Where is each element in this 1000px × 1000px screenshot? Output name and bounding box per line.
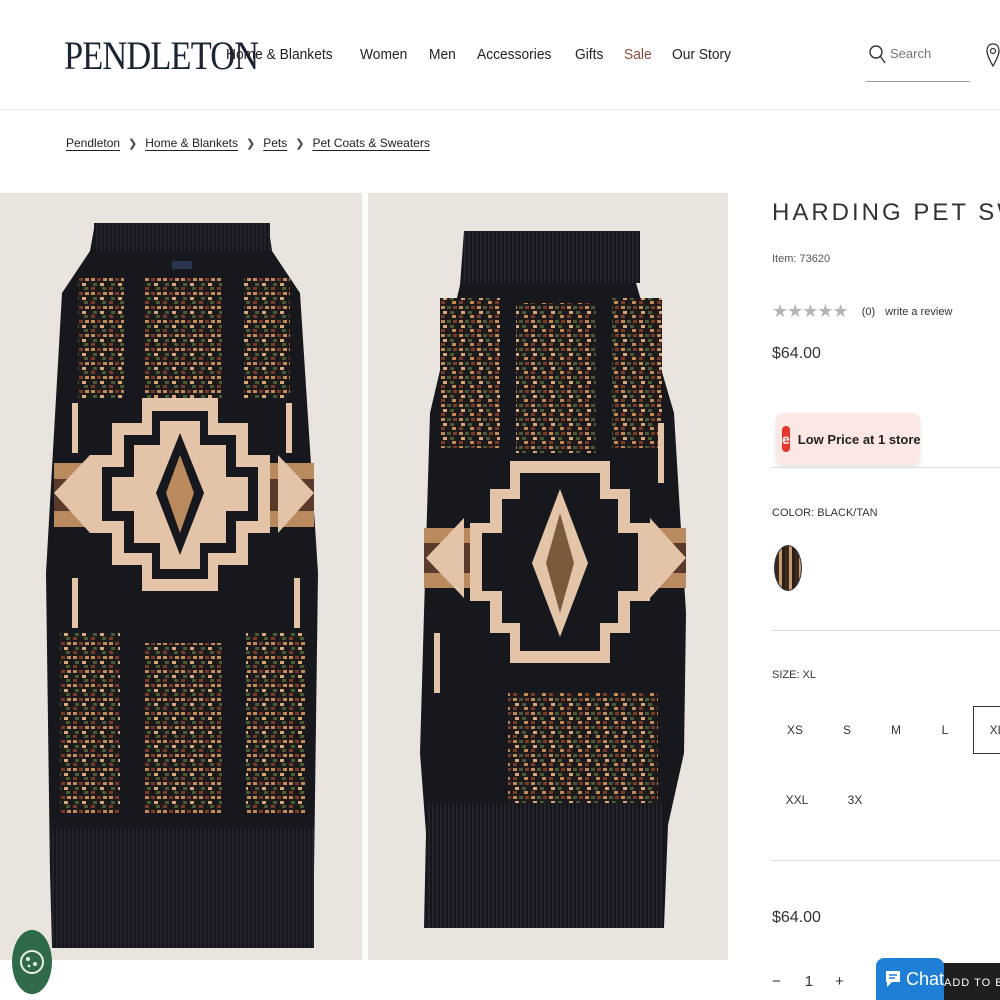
nav-accessories[interactable]: Accessories xyxy=(477,46,551,63)
size-label: SIZE: XL xyxy=(772,669,817,681)
product-image-front[interactable] xyxy=(0,193,362,960)
review-count: (0) xyxy=(861,305,876,318)
star-rating-icon: ★★★★★ xyxy=(772,301,849,321)
nav-women[interactable]: Women xyxy=(360,46,407,63)
breadcrumb-home-blankets[interactable]: Home & Blankets xyxy=(145,136,238,150)
divider xyxy=(772,467,1000,468)
chat-button[interactable]: Chat xyxy=(876,958,944,1000)
size-m[interactable]: M xyxy=(873,707,919,753)
qty-decrease-button[interactable]: − xyxy=(772,973,781,990)
breadcrumb-pets[interactable]: Pets xyxy=(263,136,287,150)
quantity-stepper: − 1 + xyxy=(772,973,844,990)
breadcrumb: Pendleton ❯ Home & Blankets ❯ Pets ❯ Pet… xyxy=(66,136,430,150)
product-price-bottom: $64.00 xyxy=(772,909,821,926)
low-price-label: Low Price at 1 store xyxy=(797,431,921,447)
color-swatch-black-tan[interactable] xyxy=(774,545,802,591)
nav-our-story[interactable]: Our Story xyxy=(672,46,731,63)
item-number: Item: 73620 xyxy=(772,253,831,265)
search-input[interactable] xyxy=(890,46,968,61)
chevron-right-icon: ❯ xyxy=(295,137,305,150)
site-header: PENDLETON Home & Blankets Women Men Acce… xyxy=(0,0,1000,110)
size-xxl[interactable]: XXL xyxy=(774,777,820,823)
product-title: HARDING PET SWE xyxy=(772,199,1000,226)
divider xyxy=(772,630,1000,631)
color-label: COLOR: BLACK/TAN xyxy=(772,507,878,519)
write-review-link[interactable]: write a review xyxy=(885,306,952,318)
size-3x[interactable]: 3X xyxy=(832,777,878,823)
low-price-widget[interactable]: e Low Price at 1 store xyxy=(776,413,921,465)
chevron-right-icon: ❯ xyxy=(245,137,256,150)
size-xs[interactable]: XS xyxy=(772,707,818,753)
product-image-side[interactable] xyxy=(368,193,728,960)
search-icon[interactable] xyxy=(868,44,886,66)
rating-row: ★★★★★ (0) write a review xyxy=(772,301,952,322)
nav-gifts[interactable]: Gifts xyxy=(575,46,603,63)
price-extension-icon: e xyxy=(782,426,790,452)
qty-increase-button[interactable]: + xyxy=(835,973,844,990)
search-box xyxy=(866,40,970,82)
cookie-settings-button[interactable] xyxy=(12,930,52,994)
divider xyxy=(772,860,1000,861)
chevron-right-icon: ❯ xyxy=(128,137,138,150)
chat-label: Chat xyxy=(905,968,944,989)
nav-sale[interactable]: Sale xyxy=(624,46,652,63)
nav-home-blankets[interactable]: Home & Blankets xyxy=(226,46,333,63)
nav-men[interactable]: Men xyxy=(429,46,456,63)
location-pin-icon[interactable] xyxy=(986,42,1000,70)
product-price: $64.00 xyxy=(772,345,821,362)
main-nav: Home & Blankets Women Men Accessories Gi… xyxy=(226,46,754,63)
chat-bubble-icon xyxy=(885,971,900,987)
breadcrumb-pendleton[interactable]: Pendleton xyxy=(66,136,120,150)
size-xl-selected[interactable]: XL xyxy=(973,706,1000,754)
cookie-icon xyxy=(20,950,44,974)
breadcrumb-pet-coats[interactable]: Pet Coats & Sweaters xyxy=(312,136,429,150)
size-l[interactable]: L xyxy=(922,707,968,753)
qty-value[interactable]: 1 xyxy=(805,973,813,990)
size-s[interactable]: S xyxy=(824,707,870,753)
